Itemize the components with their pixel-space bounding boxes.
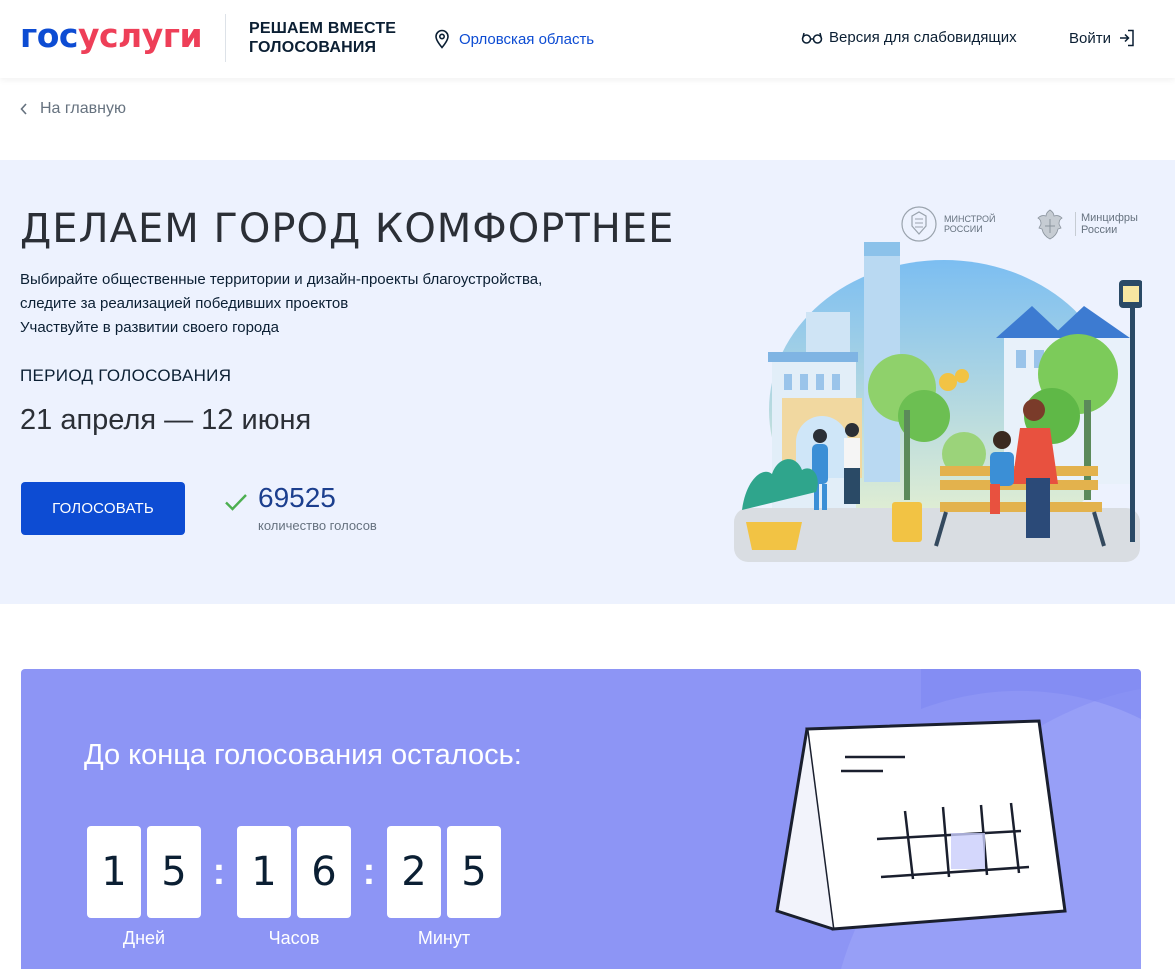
accessibility-label: Версия для слабовидящих	[829, 29, 1017, 46]
countdown-unit-label: Часов	[268, 928, 320, 948]
partner-mintsifry: Минцифры России	[1031, 204, 1138, 244]
logo-divider	[225, 14, 226, 62]
countdown-title: До конца голосования осталось:	[84, 739, 522, 771]
partner-minstroy-line-2: РОССИИ	[944, 224, 983, 234]
countdown-separator: :	[212, 850, 226, 893]
city-park-illustration	[734, 242, 1142, 562]
partner-mintsifry-line-2: России	[1081, 224, 1118, 236]
chevron-left-icon	[20, 103, 27, 115]
countdown-digit: 1	[87, 826, 141, 918]
countdown-digit: 6	[297, 826, 351, 918]
back-label: На главную	[40, 100, 126, 117]
hero-description-line-1: Выбирайте общественные территории и диза…	[20, 271, 543, 288]
logo-part-uslugi: услуги	[77, 16, 203, 55]
tagline-line-1: РЕШАЕМ ВМЕСТЕ	[249, 20, 397, 37]
calendar-illustration	[775, 719, 1067, 931]
voting-period-dates: 21 апреля — 12 июня	[20, 404, 312, 436]
back-to-home-link[interactable]: На главную	[20, 100, 126, 118]
hero-description: Выбирайте общественные территории и диза…	[20, 268, 542, 340]
countdown-hours: 1 6 Часов	[237, 826, 351, 949]
hero-section: ДЕЛАЕМ ГОРОД КОМФОРТНЕЕ Выбирайте общест…	[0, 160, 1175, 604]
countdown-minutes: 2 5 Минут	[387, 826, 501, 949]
gosuslugi-logo[interactable]: госуслуги	[20, 16, 203, 56]
site-tagline: РЕШАЕМ ВМЕСТЕ ГОЛОСОВАНИЯ	[249, 19, 396, 57]
login-label: Войти	[1069, 29, 1111, 47]
region-label: Орловская область	[459, 30, 595, 48]
countdown-unit-label: Минут	[417, 928, 471, 948]
countdown-digit: 5	[147, 826, 201, 918]
vote-count: 69525	[258, 482, 336, 513]
emblem-icon	[1037, 209, 1063, 240]
hero-title: ДЕЛАЕМ ГОРОД КОМФОРТНЕЕ	[20, 206, 675, 252]
accessibility-version-link[interactable]: Версия для слабовидящих	[801, 29, 1017, 46]
countdown-section: До конца голосования осталось: 1 5 Дней …	[21, 669, 1141, 969]
vote-count-label: количество голосов	[258, 518, 377, 533]
partner-mintsifry-line-1: Минцифры	[1081, 212, 1138, 224]
hero-description-line-3: Участвуйте в развитии своего города	[20, 319, 280, 336]
emblem-icon	[901, 206, 937, 242]
location-pin-icon	[435, 29, 449, 49]
countdown-digit: 1	[237, 826, 291, 918]
partner-minstroy: МИНСТРОЙ РОССИИ	[900, 204, 995, 244]
check-icon	[225, 494, 247, 511]
glasses-icon	[801, 32, 823, 44]
vote-button[interactable]: ГОЛОСОВАТЬ	[21, 482, 185, 535]
logo-part-gos: гос	[20, 16, 78, 55]
tagline-line-2: ГОЛОСОВАНИЯ	[249, 39, 377, 56]
countdown-unit-label: Дней	[122, 928, 166, 948]
countdown-days: 1 5 Дней	[87, 826, 201, 949]
countdown-separator: :	[362, 850, 376, 893]
countdown-timer: 1 5 Дней : 1 6 Часов : 2 5 Минут	[87, 826, 501, 949]
countdown-digit: 2	[387, 826, 441, 918]
partner-minstroy-line-1: МИНСТРОЙ	[944, 214, 996, 224]
header: госуслуги РЕШАЕМ ВМЕСТЕ ГОЛОСОВАНИЯ Орло…	[0, 0, 1175, 78]
voting-period-label: ПЕРИОД ГОЛОСОВАНИЯ	[20, 366, 232, 385]
hero-description-line-2: следите за реализацией победивших проект…	[20, 295, 349, 312]
login-arrow-icon	[1119, 29, 1134, 47]
region-selector[interactable]: Орловская область	[433, 29, 594, 49]
login-button[interactable]: Войти	[1069, 29, 1135, 47]
countdown-digit: 5	[447, 826, 501, 918]
